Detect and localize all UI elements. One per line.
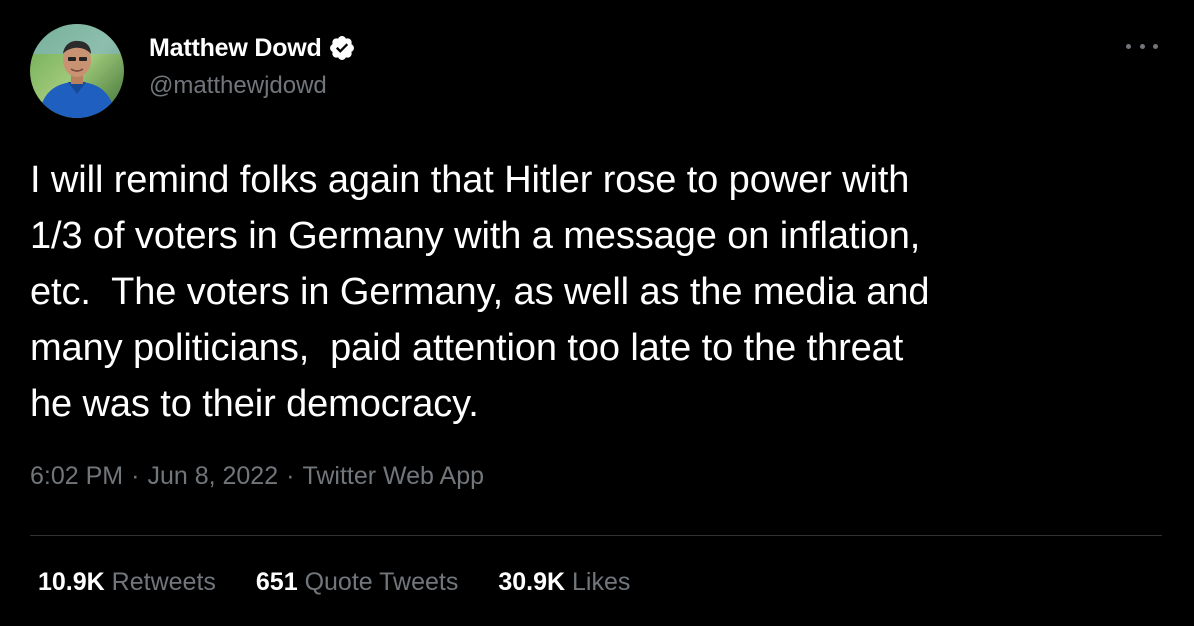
avatar-image [30,24,124,118]
more-dot [1139,43,1145,49]
likes-stat[interactable]: 30.9K Likes [498,568,630,597]
display-name[interactable]: Matthew Dowd [149,34,322,63]
likes-label: Likes [572,568,631,596]
tweet-text: I will remind folks again that Hitler ro… [30,159,930,425]
divider [30,535,1162,536]
avatar[interactable] [30,24,124,118]
author-handle[interactable]: @matthewjdowd [149,72,327,100]
quote-tweets-label: Quote Tweets [304,568,459,596]
tweet-card: Matthew Dowd @matthewjdowd I will remind… [0,0,1194,626]
more-dot [1126,43,1131,49]
tweet-stats: 10.9K Retweets 651 Quote Tweets 30.9K Li… [38,568,630,597]
likes-count: 30.9K [498,568,566,596]
tweet-date[interactable]: Jun 8, 2022 [147,462,278,491]
retweets-count: 10.9K [38,568,105,596]
more-options-icon[interactable] [1126,36,1158,56]
more-dot [1153,43,1158,49]
meta-separator: · [131,462,140,490]
tweet-time[interactable]: 6:02 PM [30,462,123,491]
retweets-stat[interactable]: 10.9K Retweets [38,568,216,597]
retweets-label: Retweets [111,568,216,596]
meta-separator: · [286,462,295,490]
tweet-meta: 6:02 PM · Jun 8, 2022 · Twitter Web App [30,462,484,491]
tweet-source[interactable]: Twitter Web App [302,462,484,491]
quote-tweets-count: 651 [255,568,298,596]
verified-badge-icon [328,34,356,62]
author-name-row[interactable]: Matthew Dowd [149,30,356,66]
quote-tweets-stat[interactable]: 651 Quote Tweets [256,568,458,597]
